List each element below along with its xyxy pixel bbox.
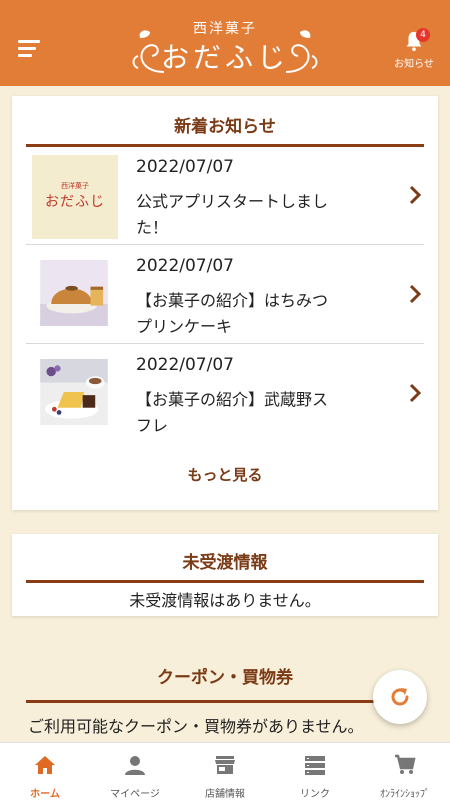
row-separator (26, 343, 424, 344)
news-item[interactable]: 西洋菓子 おだふじ 2022/07/07 公式アプリスタートしました！ (26, 147, 424, 245)
section-divider (26, 700, 424, 703)
news-thumbnail-cake (40, 260, 108, 326)
person-icon (125, 756, 145, 775)
list-icon (305, 756, 325, 775)
coupon-empty-message: ご利用可能なクーポン・買物券がありません。 (28, 717, 364, 736)
news-thumbnail-souffle (40, 359, 108, 425)
notifications-label: お知らせ (394, 59, 434, 70)
row-separator (26, 244, 424, 245)
news-title: 【お菓子の紹介】武蔵野スフレ (136, 390, 329, 435)
menu-button[interactable] (18, 40, 40, 57)
news-date: 2022/07/07 (136, 256, 234, 276)
tab-label: リンク (300, 789, 330, 800)
thumb-logo-title: おだふじ (45, 194, 105, 210)
tab-label: マイページ (110, 789, 160, 800)
brand-logo: 西洋菓子 おだふじ (130, 16, 320, 80)
notification-count-badge: 4 (416, 28, 430, 42)
app-header: 西洋菓子 おだふじ 4 お知らせ (0, 0, 450, 86)
news-section-title: 新着お知らせ (174, 117, 276, 137)
news-title: 公式アプリスタートしました！ (136, 192, 329, 237)
cart-icon (395, 754, 416, 774)
tab-label: 店舗情報 (205, 789, 245, 800)
tab-online-shop[interactable]: ｵﾝﾗｲﾝｼｮｯﾌﾟ (360, 743, 450, 800)
bottom-tab-bar: ホーム マイページ 店舗情報 リンク ｵﾝﾗｲﾝｼｮｯﾌﾟ (0, 742, 450, 800)
tab-label: ｵﾝﾗｲﾝｼｮｯﾌﾟ (380, 789, 430, 800)
tab-label: ホーム (30, 789, 60, 800)
news-item[interactable]: 2022/07/07 【お菓子の紹介】武蔵野スフレ (26, 345, 424, 443)
refresh-button[interactable] (373, 670, 427, 724)
news-date: 2022/07/07 (136, 355, 234, 375)
chevron-right-icon (409, 185, 422, 205)
news-title: 【お菓子の紹介】はちみつプリンケーキ (136, 291, 329, 336)
news-item[interactable]: 2022/07/07 【お菓子の紹介】はちみつプリンケーキ (26, 246, 424, 344)
unreceived-section-title: 未受渡情報 (182, 553, 268, 573)
menu-line (18, 40, 40, 43)
home-icon (35, 756, 55, 774)
unreceived-card: 未受渡情報 未受渡情報はありません。 (12, 534, 438, 616)
chevron-right-icon (409, 383, 422, 403)
news-thumbnail-logo: 西洋菓子 おだふじ (32, 155, 118, 239)
notifications-button[interactable]: 4 お知らせ (392, 28, 436, 76)
menu-line (18, 47, 36, 50)
tab-home[interactable]: ホーム (0, 743, 90, 800)
news-date: 2022/07/07 (136, 157, 234, 177)
unreceived-empty-message: 未受渡情報はありません。 (129, 591, 321, 610)
tab-links[interactable]: リンク (270, 743, 360, 800)
refresh-icon (391, 688, 409, 706)
tab-mypage[interactable]: マイページ (90, 743, 180, 800)
logo-ornament-right-icon (285, 30, 318, 73)
section-divider (26, 580, 424, 583)
tab-store-info[interactable]: 店舗情報 (180, 743, 270, 800)
menu-line (18, 54, 32, 57)
news-card: 新着お知らせ 西洋菓子 おだふじ 2022/07/07 公式アプリスタートしまし… (12, 96, 438, 510)
thumb-logo-subtitle: 西洋菓子 (61, 182, 89, 190)
store-icon (215, 756, 235, 774)
see-more-link[interactable]: もっと見る (12, 464, 438, 485)
chevron-right-icon (409, 284, 422, 304)
